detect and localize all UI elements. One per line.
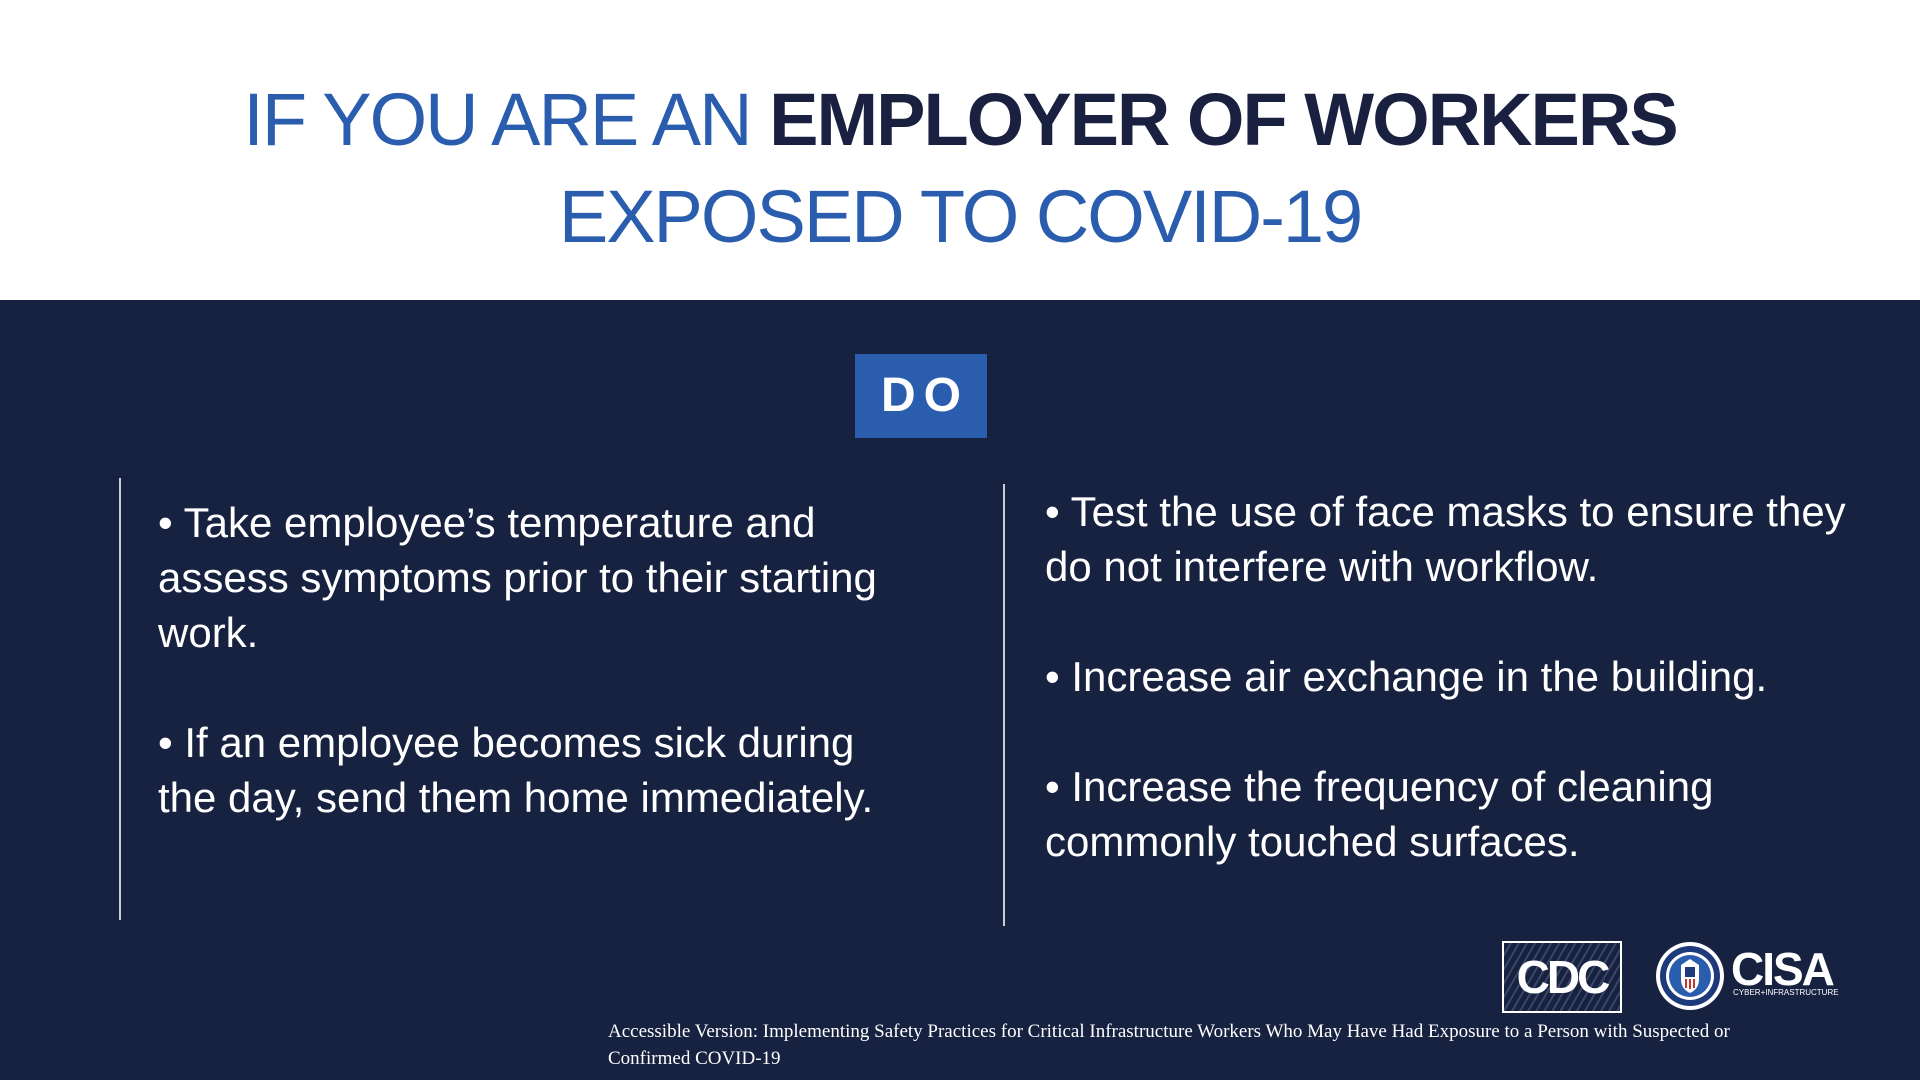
- page-title-line-1: IF YOU ARE AN EMPLOYER OF WORKERS: [0, 78, 1920, 162]
- bullet-item: • If an employee becomes sick during the…: [158, 719, 874, 821]
- bullet-item: • Take employee’s temperature and assess…: [158, 499, 877, 656]
- do-badge: DO: [855, 354, 987, 438]
- header-section: IF YOU ARE AN EMPLOYER OF WORKERS EXPOSE…: [0, 0, 1920, 300]
- cisa-logo-text: CISA: [1731, 943, 1835, 995]
- title-prefix: IF YOU ARE AN: [243, 78, 770, 161]
- page-title-line-2: EXPOSED TO COVID-19: [558, 175, 1363, 258]
- left-divider: [119, 478, 121, 920]
- cdc-logo-text: CDC: [1516, 951, 1611, 1003]
- left-bullet-column: • Take employee’s temperature and assess…: [158, 495, 918, 825]
- bullet-item: • Test the use of face masks to ensure t…: [1045, 488, 1846, 590]
- dhs-seal-icon: [1656, 942, 1724, 1010]
- bullet-item: • Increase air exchange in the building.: [1045, 653, 1768, 700]
- right-bullet-column: • Test the use of face masks to ensure t…: [1045, 484, 1885, 869]
- center-divider: [1003, 484, 1005, 926]
- bullet-item: • Increase the frequency of cleaning com…: [1045, 763, 1714, 865]
- cisa-logo-subtitle: CYBER+INFRASTRUCTURE: [1733, 988, 1839, 997]
- footer-note: Accessible Version: Implementing Safety …: [608, 1021, 1730, 1069]
- cdc-logo: CDC: [1502, 941, 1622, 1013]
- title-emphasis: EMPLOYER OF WORKERS: [769, 78, 1679, 161]
